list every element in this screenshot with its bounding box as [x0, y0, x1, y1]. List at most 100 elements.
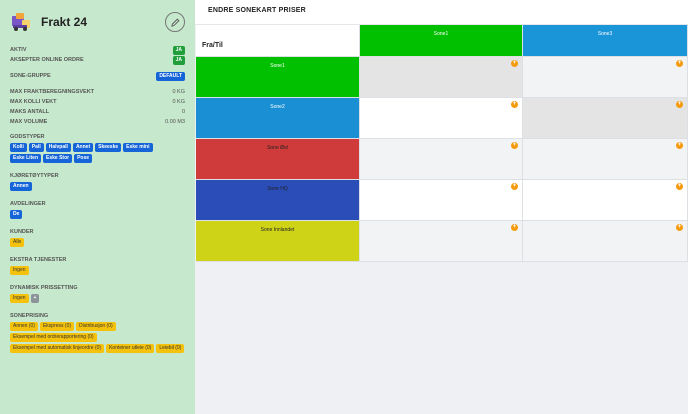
- price-cell[interactable]: +: [523, 221, 688, 262]
- sidebar: Frakt 24 AKTIV JA AKSEPTER ONLINE ORDRE …: [0, 0, 195, 414]
- soneprising-list: Annen (0) Ekspress (0) Distribusjon (0) …: [10, 322, 185, 353]
- row-header: Sone1: [196, 57, 360, 98]
- plus-circle-icon[interactable]: +: [511, 60, 518, 67]
- soneprising-badge[interactable]: Eksempel med automatisk linjeordre (0): [10, 344, 105, 353]
- row-header: Sone Øst: [196, 139, 360, 180]
- row-header-label: Sone1: [270, 63, 285, 69]
- plus-circle-icon[interactable]: +: [511, 142, 518, 149]
- plus-circle-icon[interactable]: +: [676, 142, 683, 149]
- stat-label: MAKS ANTALL: [10, 109, 50, 115]
- price-cell[interactable]: +: [523, 180, 688, 221]
- godstype-badge: Halvpall: [45, 143, 71, 152]
- godstype-badge: Eske mini: [123, 143, 153, 152]
- soneprising-label: SONEPRISING: [10, 313, 49, 319]
- price-cell[interactable]: +: [360, 57, 523, 98]
- dynamisk-prissetting-list: Ingen +: [10, 294, 185, 303]
- price-cell[interactable]: +: [360, 139, 523, 180]
- grid-row-sone-ost: Sone Øst + +: [196, 139, 688, 180]
- soneprising-badge[interactable]: Distribusjon (0): [76, 322, 116, 331]
- avdeling-badge: De: [10, 210, 23, 219]
- kunde-badge: Alle: [10, 238, 25, 247]
- soneprising-badge[interactable]: Leiebil (0): [156, 344, 185, 353]
- godstype-badge: Eske Liten: [10, 154, 42, 163]
- aktiv-badge: JA: [172, 45, 185, 55]
- row-header: Sone Innlandet: [196, 221, 360, 262]
- truck-box-icon: [12, 13, 30, 31]
- row-header-label: Sone Øst: [267, 145, 288, 151]
- godstype-badge: Kolli: [10, 143, 27, 152]
- price-cell[interactable]: +: [360, 98, 523, 139]
- dynamisk-badge: Ingen: [10, 294, 29, 303]
- kunder-list: Alle: [10, 238, 185, 247]
- online-label: AKSEPTER ONLINE ORDRE: [10, 57, 84, 63]
- stat-row: MAKS ANTALL 0: [10, 108, 185, 116]
- stat-label: MAX KOLLI VEKT: [10, 99, 57, 105]
- price-cell[interactable]: +: [360, 221, 523, 262]
- stats-list: MAX FRAKTBEREGNINGSVEKT 0 KG MAX KOLLI VE…: [10, 88, 185, 126]
- online-row: AKSEPTER ONLINE ORDRE JA: [10, 55, 185, 65]
- edit-button[interactable]: [165, 12, 185, 32]
- plus-circle-icon[interactable]: +: [676, 224, 683, 231]
- soneprising-badge[interactable]: Konteiner utleie (0): [106, 344, 155, 353]
- corner-cell: Fra/Til: [196, 25, 360, 57]
- stat-label: MAX VOLUME: [10, 119, 48, 125]
- zone-price-grid: Fra/Til Sone1 Sone3 Sone1 + + Sone2 + +: [196, 25, 688, 262]
- soneprising-badge[interactable]: Annen (0): [10, 322, 38, 331]
- add-dynamisk-button[interactable]: +: [30, 294, 40, 303]
- column-header-label: Sone3: [597, 31, 613, 37]
- stat-value: 0.00 M3: [165, 119, 185, 125]
- price-cell[interactable]: +: [360, 180, 523, 221]
- app-root: Frakt 24 AKTIV JA AKSEPTER ONLINE ORDRE …: [0, 0, 688, 414]
- main-panel: ENDRE SONEKART PRISER Fra/Til Sone1 Sone…: [195, 0, 688, 414]
- plus-circle-icon[interactable]: +: [676, 60, 683, 67]
- soneprising-badge[interactable]: Ekspress (0): [39, 322, 75, 331]
- price-cell[interactable]: +: [523, 57, 688, 98]
- godstype-badge: Pall: [28, 143, 44, 152]
- stat-row: MAX FRAKTBEREGNINGSVEKT 0 KG: [10, 88, 185, 96]
- column-header-sone3: Sone3: [523, 25, 688, 57]
- avdelinger-list: De: [10, 210, 185, 219]
- godstype-badge: Annet: [72, 143, 94, 152]
- kjoretoytype-badge: Annen: [10, 182, 32, 191]
- online-badge: JA: [172, 55, 185, 65]
- row-header-label: Sone2: [270, 104, 285, 110]
- grid-row-sone-hq: Sone HQ + +: [196, 180, 688, 221]
- carrier-title: Frakt 24: [41, 15, 88, 29]
- kjoretoytyper-label: KJØRETØYTYPER: [10, 173, 59, 179]
- godstyper-label: GODSTYPER: [10, 134, 45, 140]
- grid-row-sone-innlandet: Sone Innlandet + +: [196, 221, 688, 262]
- row-header-label: Sone Innlandet: [260, 227, 295, 233]
- aktiv-label: AKTIV: [10, 47, 27, 53]
- page-title: ENDRE SONEKART PRISER: [208, 7, 306, 14]
- sidebar-header: Frakt 24: [10, 10, 185, 34]
- godstype-badge: Pose: [74, 154, 93, 163]
- stat-label: MAX FRAKTBEREGNINGSVEKT: [10, 89, 95, 95]
- price-cell[interactable]: +: [523, 139, 688, 180]
- plus-circle-icon[interactable]: +: [511, 224, 518, 231]
- stat-value: 0 KG: [172, 99, 185, 105]
- godstype-badge: Eske Stor: [43, 154, 73, 163]
- main-header: ENDRE SONEKART PRISER: [195, 0, 688, 25]
- grid-row-sone1: Sone1 + +: [196, 57, 688, 98]
- plus-circle-icon[interactable]: +: [511, 183, 518, 190]
- plus-circle-icon[interactable]: +: [511, 101, 518, 108]
- godstyper-list: Kolli Pall Halvpall Annet Skeeske Eske m…: [10, 143, 185, 163]
- grid-row-sone2: Sone2 + +: [196, 98, 688, 139]
- stat-value: 0 KG: [172, 89, 185, 95]
- plus-circle-icon[interactable]: +: [676, 101, 683, 108]
- kjoretoytyper-list: Annen: [10, 182, 185, 191]
- pencil-icon: [170, 18, 179, 27]
- row-header-label: Sone HQ: [267, 186, 288, 192]
- sone-gruppe-badge: DEFAULT: [156, 71, 185, 81]
- price-cell[interactable]: +: [523, 98, 688, 139]
- grid-header-row: Fra/Til Sone1 Sone3: [196, 25, 688, 57]
- ekstra-tjeneste-badge: Ingen: [10, 266, 29, 275]
- soneprising-badge[interactable]: Eksempel med ordrerapportering (0): [10, 333, 97, 342]
- column-header-sone1: Sone1: [360, 25, 523, 57]
- dynamisk-prissetting-label: DYNAMISK PRISSETTING: [10, 285, 78, 291]
- avdelinger-label: AVDELINGER: [10, 201, 46, 207]
- plus-circle-icon[interactable]: +: [676, 183, 683, 190]
- stat-row: MAX KOLLI VEKT 0 KG: [10, 98, 185, 106]
- godstype-badge: Skeeske: [95, 143, 122, 152]
- aktiv-row: AKTIV JA: [10, 45, 185, 55]
